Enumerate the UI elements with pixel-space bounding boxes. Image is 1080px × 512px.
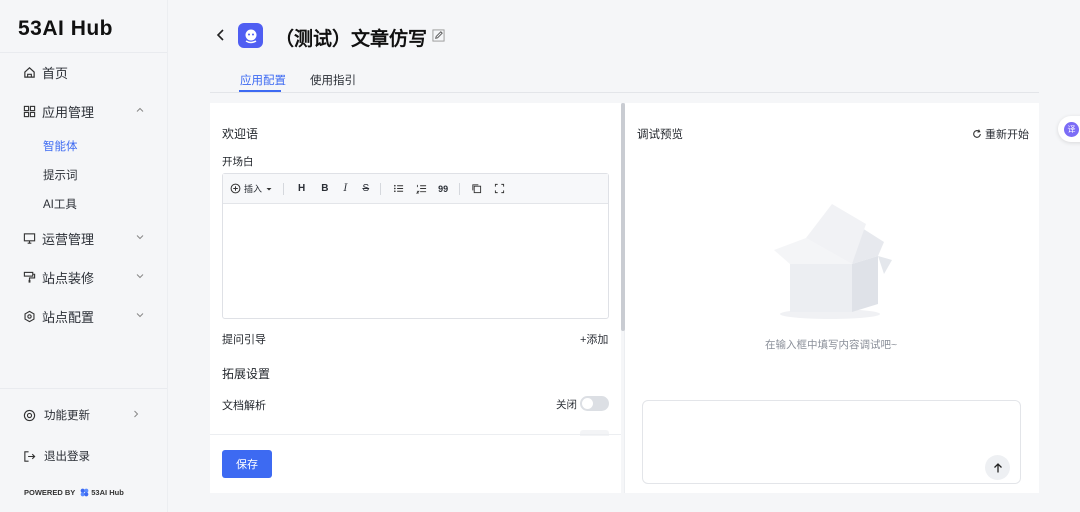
robot-face-icon	[245, 29, 256, 43]
chevron-down-icon	[134, 309, 146, 321]
sidebar-item-label: 应用管理	[42, 104, 95, 120]
insert-button[interactable]: 插入	[230, 182, 273, 196]
sidebar-subitem-prompts[interactable]: 提示词	[43, 167, 78, 183]
doc-parse-toggle[interactable]	[580, 396, 609, 411]
chevron-down-icon	[134, 231, 146, 243]
hub-logo-icon	[80, 488, 89, 497]
save-button[interactable]: 保存	[222, 450, 272, 478]
translate-button[interactable]: 译	[1058, 116, 1080, 142]
sidebar-item-app-management[interactable]: 应用管理	[22, 101, 146, 121]
sidebar-item-home[interactable]: 首页	[22, 62, 146, 82]
insert-label: 插入	[244, 184, 263, 194]
sidebar-subitem-ai-tools[interactable]: AI工具	[43, 196, 77, 212]
bold-button[interactable]: B	[321, 182, 328, 196]
caret-down-icon	[266, 187, 272, 190]
sidebar-item-label: 站点配置	[42, 309, 95, 325]
chevron-up-icon	[134, 104, 146, 116]
powered-by-label: POWERED BY	[24, 488, 76, 497]
quote-button[interactable]: 99	[438, 182, 448, 196]
fullscreen-icon[interactable]	[494, 182, 505, 196]
refresh-circle-icon	[22, 408, 36, 422]
app-logo: 53AI Hub	[18, 17, 114, 40]
toolbar-separator	[459, 182, 461, 195]
heading-button[interactable]: H	[298, 182, 305, 196]
logout-icon	[22, 449, 36, 463]
toggle-knob	[582, 398, 593, 409]
gear-icon	[22, 309, 36, 323]
chevron-down-icon	[134, 270, 146, 282]
plus-circle-icon	[230, 183, 241, 194]
send-button[interactable]	[985, 455, 1010, 480]
tabs-divider	[210, 92, 1039, 93]
toggle-state-label: 关闭	[556, 399, 577, 411]
grid-icon	[22, 104, 36, 118]
copy-icon[interactable]	[471, 182, 482, 196]
doc-parse-label: 文档解析	[222, 400, 266, 412]
translate-icon: 译	[1064, 121, 1079, 137]
sidebar-item-label: 功能更新	[44, 410, 90, 422]
italic-button[interactable]: I	[343, 182, 347, 196]
chat-input[interactable]	[642, 400, 1021, 484]
sidebar-item-operations[interactable]: 运营管理	[22, 228, 146, 248]
add-question-button[interactable]: +添加	[580, 331, 608, 347]
paint-roller-icon	[22, 270, 36, 284]
home-icon	[22, 65, 36, 79]
restart-button[interactable]: 重新开始	[972, 126, 1029, 142]
sidebar-subitem-agents[interactable]: 智能体	[43, 138, 78, 154]
empty-box-illustration	[774, 204, 892, 319]
restart-label: 重新开始	[985, 129, 1029, 141]
sidebar-item-label: 运营管理	[42, 231, 95, 247]
extension-heading: 拓展设置	[222, 367, 271, 381]
edit-icon[interactable]	[432, 29, 445, 42]
monitor-icon	[22, 231, 36, 245]
sidebar-item-site-decoration[interactable]: 站点装修	[22, 267, 146, 287]
sidebar-item-label: 站点装修	[42, 270, 95, 286]
toolbar-separator	[380, 182, 382, 195]
sidebar: 53AI Hub 首页 应用管理 智能体 提示词 AI工具 运营管理 站点装修	[0, 0, 168, 512]
opening-editor[interactable]: 插入 H B I S 99	[222, 173, 609, 319]
strikethrough-button[interactable]: S	[362, 182, 369, 196]
logout-button[interactable]: 退出登录	[22, 446, 146, 466]
preview-heading: 调试预览	[637, 129, 683, 141]
welcome-heading: 欢迎语	[222, 127, 259, 141]
logo-divider	[0, 52, 167, 53]
powered-logo-text: 53AI Hub	[91, 488, 124, 497]
next-toggle-partial	[580, 430, 609, 436]
sidebar-divider	[0, 388, 167, 389]
app-avatar	[238, 23, 263, 48]
opening-label: 开场白	[222, 156, 254, 168]
numbered-list-icon[interactable]	[416, 182, 427, 196]
powered-by: POWERED BY 53AI Hub	[24, 488, 124, 497]
refresh-icon	[973, 129, 981, 138]
chevron-right-icon	[130, 408, 142, 420]
bullet-list-icon[interactable]	[393, 182, 404, 196]
empty-hint: 在输入框中填写内容调试吧~	[765, 339, 898, 351]
sidebar-item-updates[interactable]: 功能更新	[22, 405, 146, 425]
tab-usage-guide[interactable]: 使用指引	[310, 72, 356, 88]
config-footer-divider	[210, 434, 621, 435]
page-title: （测试）文章仿写	[275, 29, 428, 50]
sidebar-item-label: 首页	[42, 65, 69, 81]
tab-app-config[interactable]: 应用配置	[240, 72, 286, 88]
powered-logo: 53AI Hub	[80, 488, 124, 497]
editor-toolbar: 插入 H B I S 99	[223, 174, 608, 204]
toolbar-separator	[283, 182, 285, 195]
question-guide-label: 提问引导	[222, 334, 266, 346]
sidebar-item-site-config[interactable]: 站点配置	[22, 306, 146, 326]
back-arrow-icon[interactable]	[214, 27, 228, 43]
sidebar-item-label: 退出登录	[44, 451, 90, 463]
arrow-up-icon	[993, 462, 1002, 472]
